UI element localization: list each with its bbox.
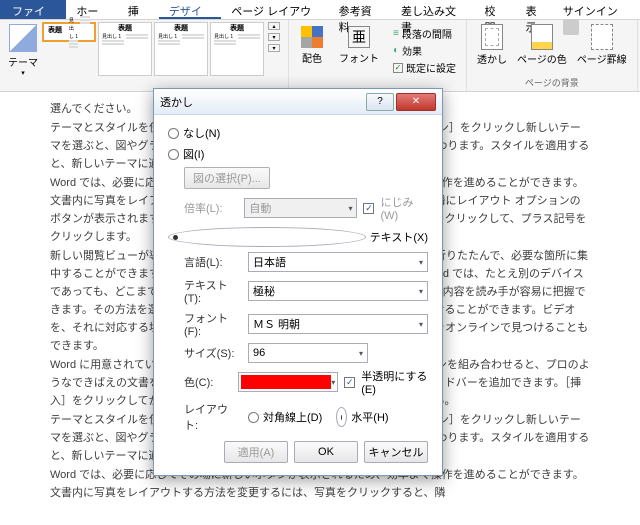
page-color-button[interactable]: ページの色 [513, 22, 571, 68]
tab-layout[interactable]: ページ レイアウト [221, 0, 328, 19]
tab-view[interactable]: 表示 [516, 0, 557, 19]
radio-icon [336, 407, 347, 427]
semitransparent-checkbox[interactable] [344, 377, 355, 388]
option-picture[interactable]: 図(I) [168, 146, 428, 162]
colors-icon [301, 26, 323, 48]
radio-icon [168, 227, 366, 247]
gallery-up[interactable]: ▴ [268, 22, 280, 30]
size-select[interactable]: 96▾ [248, 343, 368, 363]
themes-icon [9, 24, 37, 52]
radio-icon [168, 128, 179, 139]
option-none[interactable]: なし(N) [168, 125, 428, 141]
watermark-icon [481, 24, 503, 50]
font-select[interactable]: ＭＳ 明朝▾ [248, 314, 428, 334]
dialog-title: 透かし [160, 94, 193, 110]
fonts-button[interactable]: 亜フォント [333, 22, 385, 79]
style-item[interactable]: 表題見出し 1 [98, 22, 152, 76]
dialog-titlebar[interactable]: 透かし ? ✕ [154, 89, 442, 115]
style-item[interactable]: 表題見出し 1 [210, 22, 264, 76]
tab-references[interactable]: 参考資料 [329, 0, 391, 19]
para-spacing[interactable]: ≡段落の間隔 [393, 26, 456, 41]
tab-file[interactable]: ファイル [0, 0, 66, 19]
scale-label: 倍率(L): [184, 200, 238, 216]
scale-select: 自動▾ [244, 198, 357, 218]
fonts-icon: 亜 [348, 26, 370, 48]
text-select[interactable]: 極秘▾ [248, 281, 428, 301]
set-default[interactable]: ✓既定に設定 [393, 60, 456, 75]
watermark-button[interactable]: 透かし [473, 22, 511, 68]
colors-button[interactable]: 配色 [295, 22, 329, 79]
style-gallery: 表題見出し 1 表題見出し 1 表題見出し 1 表題見出し 1 ▴ ▾ ▾ [42, 22, 282, 76]
style-item[interactable]: 表題見出し 1 [154, 22, 208, 76]
gallery-more[interactable]: ▾ [268, 44, 280, 52]
language-select[interactable]: 日本語▾ [248, 252, 428, 272]
tab-mailings[interactable]: 差し込み文書 [391, 0, 474, 19]
tab-design[interactable]: デザイン [159, 0, 221, 19]
close-button[interactable]: ✕ [396, 93, 436, 111]
text-label: テキスト(T): [184, 277, 242, 305]
ribbon-tabs: ファイル ホーム 挿入 デザイン ページ レイアウト 参考資料 差し込み文書 校… [0, 0, 640, 20]
themes-label: テーマ [8, 54, 38, 69]
page-color-icon [531, 24, 553, 50]
color-select[interactable]: ▾ [238, 372, 338, 392]
watermark-dialog: 透かし ? ✕ なし(N) 図(I) 図の選択(P)... 倍率(L): 自動▾… [153, 88, 443, 476]
ok-button[interactable]: OK [294, 441, 358, 463]
layout-label: レイアウト: [184, 401, 242, 433]
language-label: 言語(L): [184, 254, 242, 270]
washout-checkbox [363, 203, 374, 214]
signin[interactable]: サインイン [557, 0, 640, 19]
layout-horizontal[interactable]: 水平(H) [336, 407, 388, 427]
radio-icon [168, 149, 179, 160]
color-swatch [241, 375, 331, 389]
themes-button[interactable]: テーマ ▾ [6, 22, 40, 79]
size-label: サイズ(S): [184, 345, 242, 361]
apply-button[interactable]: 適用(A) [224, 441, 288, 463]
cancel-button[interactable]: キャンセル [364, 441, 428, 463]
option-text[interactable]: テキスト(X) [168, 227, 428, 247]
page-borders-button[interactable]: ページ罫線 [573, 22, 631, 68]
tab-review[interactable]: 校閲 [474, 0, 515, 19]
help-button[interactable]: ? [366, 93, 394, 111]
page-bg-group-label: ページの背景 [473, 76, 631, 89]
radio-icon [248, 412, 259, 423]
font-label: フォント(F): [184, 310, 242, 338]
page-borders-icon [591, 24, 613, 50]
layout-diagonal[interactable]: 対角線上(D) [248, 409, 322, 425]
tab-insert[interactable]: 挿入 [118, 0, 159, 19]
ribbon: テーマ ▾ 表題見出し 1 表題見出し 1 表題見出し 1 表題見出し 1 ▴ … [0, 20, 640, 92]
effects[interactable]: ◐効果 [393, 43, 456, 58]
select-picture-button: 図の選択(P)... [184, 167, 270, 189]
gallery-down[interactable]: ▾ [268, 33, 280, 41]
color-label: 色(C): [184, 374, 232, 390]
style-item[interactable]: 表題見出し 1 [42, 22, 96, 42]
